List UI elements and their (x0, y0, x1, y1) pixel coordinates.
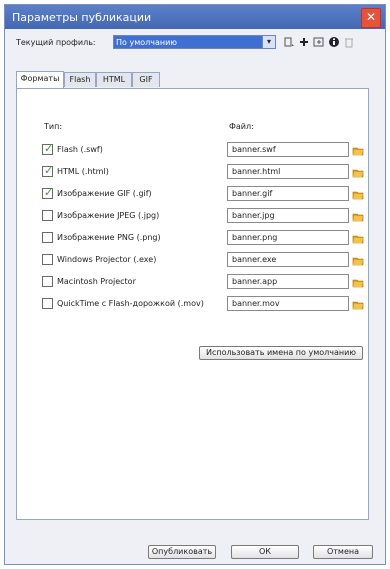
import-export-icon[interactable] (313, 36, 325, 48)
check-icon: ✓ (44, 164, 54, 177)
title-bar[interactable]: Параметры публикации ✕ (5, 5, 385, 29)
cancel-button[interactable]: Отмена (313, 545, 373, 559)
file-name-input[interactable]: banner.gif (227, 186, 349, 201)
format-label: Flash (.swf) (57, 145, 103, 154)
file-name-input[interactable]: banner.jpg (227, 208, 349, 223)
format-label: Изображение PNG (.png) (57, 233, 161, 242)
format-checkbox[interactable]: ✓ (42, 164, 54, 177)
tab-html[interactable]: HTML (96, 72, 132, 87)
window-title: Параметры публикации (12, 11, 152, 24)
use-default-names-button[interactable]: Использовать имена по умолчанию (199, 346, 363, 360)
folder-icon[interactable] (352, 144, 364, 156)
folder-icon[interactable] (352, 254, 364, 266)
tab-flash[interactable]: Flash (64, 72, 96, 87)
format-checkbox[interactable] (42, 210, 53, 221)
file-name-input[interactable]: banner.png (227, 230, 349, 245)
add-profile-icon[interactable] (298, 36, 310, 48)
ok-button[interactable]: ОК (231, 545, 299, 559)
close-icon[interactable]: ✕ (361, 8, 381, 28)
format-checkbox[interactable] (42, 232, 53, 243)
format-label: Изображение GIF (.gif) (57, 189, 152, 198)
format-label: Изображение JPEG (.jpg) (57, 211, 160, 220)
folder-icon[interactable] (352, 298, 364, 310)
tab-formats[interactable]: Форматы (16, 71, 64, 88)
profile-label: Текущий профиль: (16, 38, 96, 47)
file-name-input[interactable]: banner.swf (227, 142, 349, 157)
publish-button[interactable]: Опубликовать (148, 545, 216, 559)
format-checkbox[interactable]: ✓ (42, 142, 54, 155)
chevron-down-icon[interactable]: ▾ (262, 35, 276, 49)
info-icon[interactable] (328, 36, 340, 48)
tab-gif[interactable]: GIF (132, 72, 160, 87)
format-checkbox[interactable] (42, 254, 53, 265)
format-label: HTML (.html) (57, 167, 109, 176)
file-name-input[interactable]: banner.html (227, 164, 349, 179)
file-column-header: Файл: (229, 122, 254, 131)
folder-icon[interactable] (352, 276, 364, 288)
folder-icon[interactable] (352, 188, 364, 200)
folder-icon[interactable] (352, 232, 364, 244)
file-name-input[interactable]: banner.exe (227, 252, 349, 267)
type-column-header: Тип: (44, 122, 63, 131)
folder-icon[interactable] (352, 166, 364, 178)
profile-select[interactable]: По умолчанию (113, 35, 275, 49)
format-label: QuickTime с Flash-дорожкой (.mov) (57, 299, 204, 308)
profile-options-icon[interactable] (283, 36, 295, 48)
delete-icon[interactable] (343, 36, 355, 48)
folder-icon[interactable] (352, 210, 364, 222)
check-icon: ✓ (44, 186, 54, 199)
format-checkbox[interactable]: ✓ (42, 186, 54, 199)
file-name-input[interactable]: banner.app (227, 274, 349, 289)
format-label: Macintosh Projector (57, 277, 136, 286)
file-name-input[interactable]: banner.mov (227, 296, 349, 311)
check-icon: ✓ (44, 142, 54, 155)
format-checkbox[interactable] (42, 276, 53, 287)
format-label: Windows Projector (.exe) (57, 255, 157, 264)
format-checkbox[interactable] (42, 298, 53, 309)
